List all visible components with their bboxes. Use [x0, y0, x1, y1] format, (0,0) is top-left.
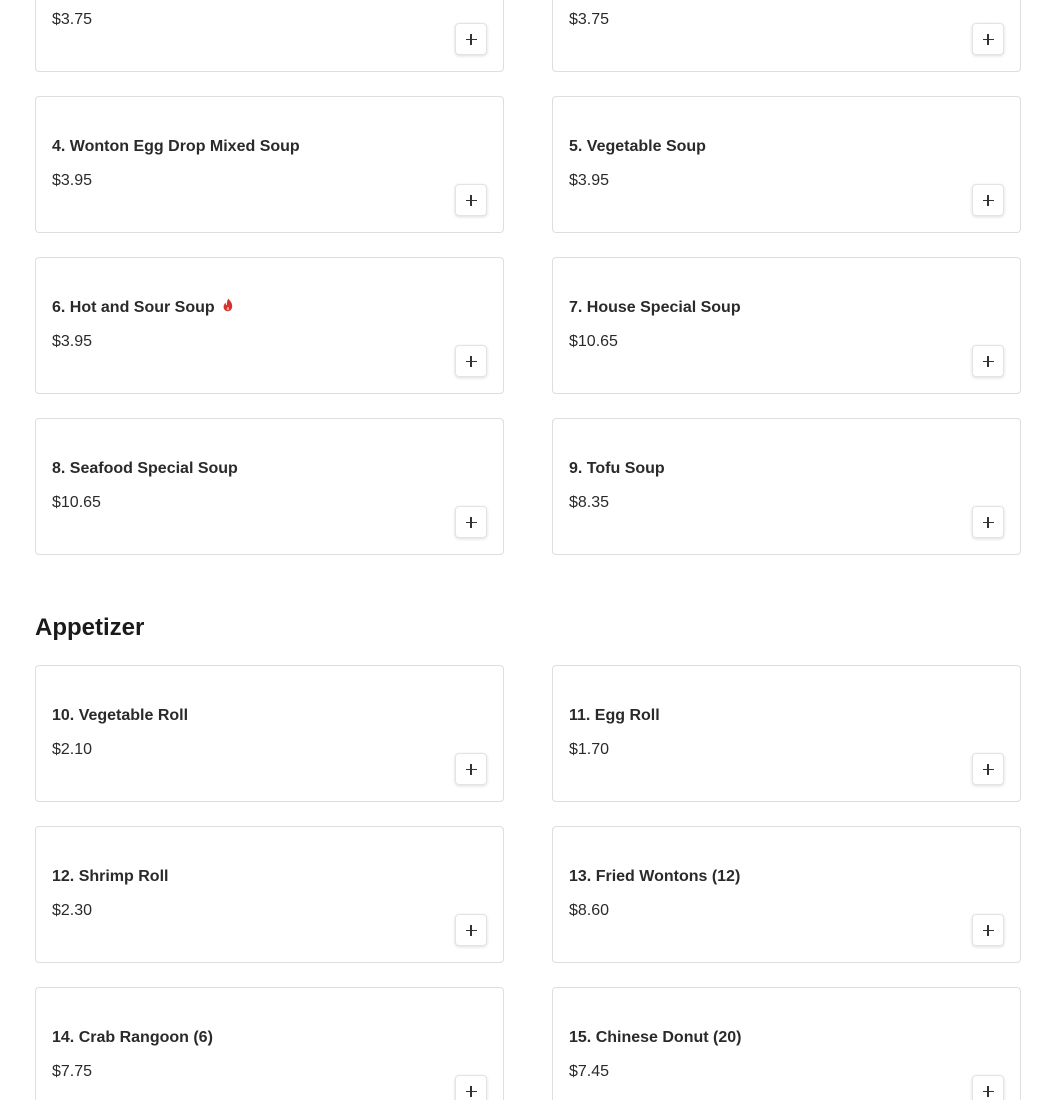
plus-icon [465, 33, 477, 45]
add-to-cart-button[interactable] [455, 1075, 487, 1100]
add-to-cart-button[interactable] [972, 23, 1004, 55]
section-title-appetizer: Appetizer [35, 614, 145, 641]
item-price: $7.75 [52, 1063, 93, 1080]
chili-pepper-icon [223, 298, 232, 312]
item-price: $8.35 [569, 494, 610, 511]
add-to-cart-button[interactable] [455, 345, 487, 377]
item-price: $3.75 [52, 11, 93, 28]
plus-icon [465, 924, 477, 936]
item-name: 15. Chinese Donut (20) [569, 1029, 742, 1046]
add-to-cart-button[interactable] [972, 345, 1004, 377]
menu-item-card[interactable]: 10. Vegetable Roll $2.10 [35, 665, 504, 802]
add-to-cart-button[interactable] [455, 753, 487, 785]
add-to-cart-button[interactable] [972, 184, 1004, 216]
item-name: 14. Crab Rangoon (6) [52, 1029, 213, 1046]
item-name: 10. Vegetable Roll [52, 707, 189, 724]
menu-content: $3.75 $3.75 4. Wonton Egg Drop Mixed Sou… [35, 0, 1021, 1100]
menu-item-card[interactable]: 4. Wonton Egg Drop Mixed Soup $3.95 [35, 96, 504, 233]
item-name: 12. Shrimp Roll [52, 868, 169, 885]
menu-item-card[interactable]: 8. Seafood Special Soup $10.65 [35, 418, 504, 555]
plus-icon [982, 33, 994, 45]
menu-item-card[interactable]: 13. Fried Wontons (12) $8.60 [552, 826, 1021, 963]
item-name: 5. Vegetable Soup [569, 138, 706, 155]
item-name: 11. Egg Roll [569, 707, 660, 724]
add-to-cart-button[interactable] [972, 753, 1004, 785]
plus-icon [465, 1085, 477, 1097]
plus-icon [982, 763, 994, 775]
plus-icon [982, 516, 994, 528]
menu-item-card[interactable]: 9. Tofu Soup $8.35 [552, 418, 1021, 555]
add-to-cart-button[interactable] [972, 914, 1004, 946]
plus-icon [982, 924, 994, 936]
item-price: $1.70 [569, 741, 610, 758]
menu-viewport: $3.75 $3.75 4. Wonton Egg Drop Mixed Sou… [0, 0, 1050, 1100]
menu-item-card[interactable]: $3.75 [552, 0, 1021, 72]
menu-item-card[interactable]: 12. Shrimp Roll $2.30 [35, 826, 504, 963]
item-price: $10.65 [52, 494, 101, 511]
plus-icon [465, 194, 477, 206]
menu-item-card[interactable]: 5. Vegetable Soup $3.95 [552, 96, 1021, 233]
plus-icon [982, 1085, 994, 1097]
item-name: 7. House Special Soup [569, 299, 741, 316]
item-name: 4. Wonton Egg Drop Mixed Soup [52, 138, 300, 155]
item-price: $3.75 [569, 11, 610, 28]
item-price: $8.60 [569, 902, 610, 919]
menu-item-card[interactable]: 7. House Special Soup $10.65 [552, 257, 1021, 394]
add-to-cart-button[interactable] [455, 914, 487, 946]
soup-items-grid: $3.75 $3.75 4. Wonton Egg Drop Mixed Sou… [35, 0, 1021, 555]
plus-icon [465, 763, 477, 775]
plus-icon [465, 516, 477, 528]
plus-icon [465, 355, 477, 367]
add-to-cart-button[interactable] [972, 506, 1004, 538]
item-price: $3.95 [52, 333, 93, 350]
add-to-cart-button[interactable] [972, 1075, 1004, 1100]
item-price: $3.95 [569, 172, 610, 189]
menu-item-card[interactable]: $3.75 [35, 0, 504, 72]
plus-icon [982, 194, 994, 206]
menu-item-card[interactable]: 6. Hot and Sour Soup $3.95 [35, 257, 504, 394]
item-name: 9. Tofu Soup [569, 460, 665, 477]
item-price: $2.30 [52, 902, 93, 919]
plus-icon [982, 355, 994, 367]
item-name: 13. Fried Wontons (12) [569, 868, 741, 885]
item-price: $3.95 [52, 172, 93, 189]
add-to-cart-button[interactable] [455, 506, 487, 538]
menu-item-card[interactable]: 11. Egg Roll $1.70 [552, 665, 1021, 802]
menu-item-card[interactable]: 15. Chinese Donut (20) $7.45 [552, 987, 1021, 1100]
add-to-cart-button[interactable] [455, 184, 487, 216]
item-name: 8. Seafood Special Soup [52, 460, 238, 477]
appetizer-items-grid: 10. Vegetable Roll $2.10 11. Egg Roll $1… [35, 665, 1021, 1100]
item-price: $2.10 [52, 741, 93, 758]
add-to-cart-button[interactable] [455, 23, 487, 55]
item-price: $7.45 [569, 1063, 610, 1080]
item-price: $10.65 [569, 333, 618, 350]
menu-item-card[interactable]: 14. Crab Rangoon (6) $7.75 [35, 987, 504, 1100]
item-name: 6. Hot and Sour Soup [52, 298, 235, 317]
